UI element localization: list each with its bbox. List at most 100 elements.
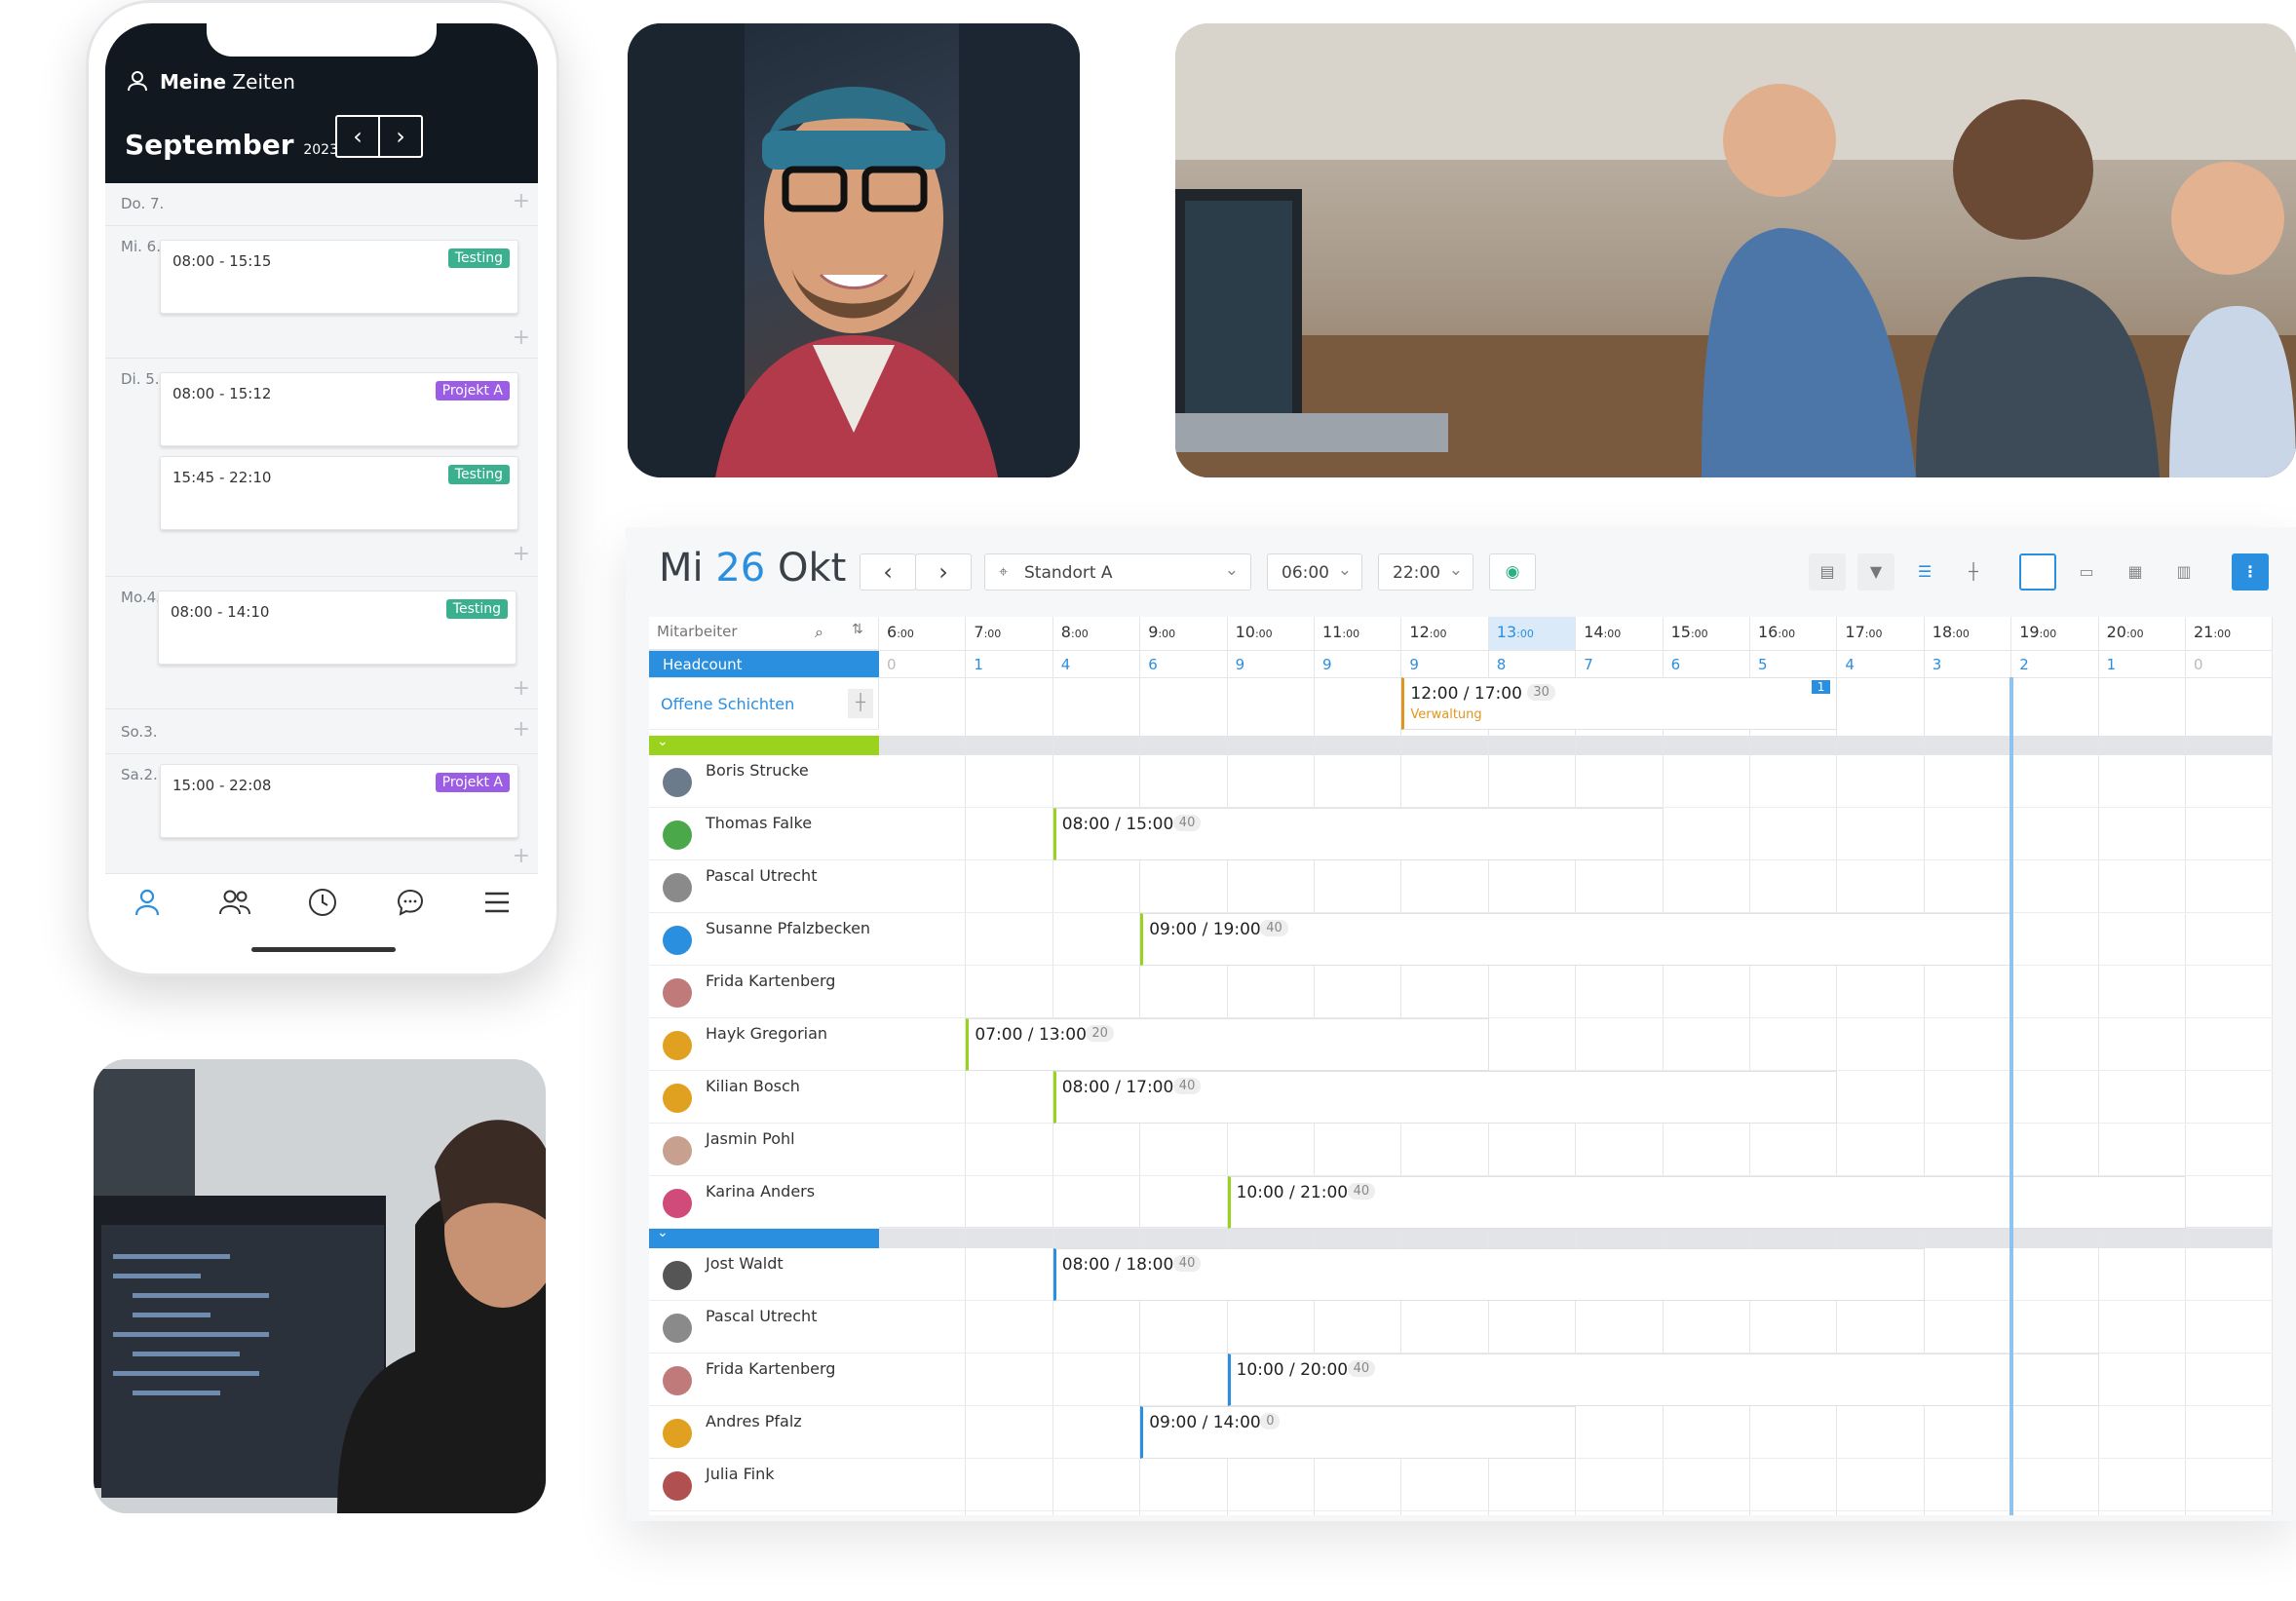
avatar xyxy=(663,1136,692,1165)
prev-day-button[interactable]: ‹ xyxy=(860,553,916,591)
headcount-value: 7 xyxy=(1584,656,1593,673)
employee-row[interactable]: Kilian Bosch xyxy=(649,1071,879,1124)
filter-icon[interactable]: ▼ xyxy=(1857,553,1894,591)
shift-card[interactable]: 15:00 - 22:08 Projekt A xyxy=(160,764,518,838)
more-menu-icon[interactable]: ⋮ xyxy=(2232,553,2269,591)
employee-search-input[interactable] xyxy=(657,623,813,640)
headcount-value: 1 xyxy=(2106,656,2117,673)
add-icon[interactable]: + xyxy=(513,846,530,867)
shift-block[interactable]: 08:00 / 17:00 40 xyxy=(1052,1071,1838,1124)
employee-row[interactable]: Jasmin Pohl xyxy=(649,1124,879,1176)
employee-row[interactable]: Julia Fink xyxy=(649,1459,879,1511)
avatar xyxy=(663,873,692,902)
employee-row[interactable]: Hayk Gregorian xyxy=(649,1018,879,1071)
shift-time: 08:00 - 14:10 xyxy=(171,603,270,621)
employee-row[interactable]: Pascal Utrecht xyxy=(649,860,879,913)
visibility-toggle-icon[interactable]: ◉ xyxy=(1489,553,1536,591)
pin-icon: ⌖ xyxy=(999,562,1009,581)
split-icon[interactable]: ┼ xyxy=(848,689,873,718)
shift-card[interactable]: 08:00 - 15:12 Projekt A xyxy=(160,372,518,446)
employee-row[interactable]: Susanne Pfalzbecken xyxy=(649,913,879,966)
board-view-icon[interactable]: ▥ xyxy=(2165,553,2202,591)
employee-row[interactable]: Karina Anders xyxy=(649,1176,879,1229)
employee-row[interactable]: Andres Pfalz xyxy=(649,1406,879,1459)
next-day-button[interactable]: › xyxy=(915,553,972,591)
chat-nav-icon[interactable] xyxy=(396,888,425,921)
employee-name: Karina Anders xyxy=(706,1182,816,1201)
shift-block[interactable]: 09:00 / 14:00 0 xyxy=(1140,1406,1577,1459)
add-icon[interactable]: + xyxy=(513,327,530,349)
clock-nav-icon[interactable] xyxy=(308,888,337,921)
profile-nav-icon[interactable] xyxy=(133,888,162,921)
employee-name: Pascal Utrecht xyxy=(706,1307,818,1325)
prev-month-button[interactable]: ‹ xyxy=(335,115,380,158)
shift-time: 15:00 - 22:08 xyxy=(172,777,272,794)
shift-block[interactable]: 10:00 / 21:00 40 xyxy=(1227,1176,2186,1229)
add-icon[interactable]: + xyxy=(513,544,530,565)
end-time-value: 22:00 xyxy=(1393,563,1440,583)
hour-label: 17:00 xyxy=(1845,623,1883,641)
group-header-1[interactable]: ⌄ xyxy=(649,734,879,755)
user-icon xyxy=(127,70,148,92)
menu-nav-icon[interactable] xyxy=(483,890,511,919)
employee-row[interactable]: Thomas Falke xyxy=(649,808,879,860)
add-icon[interactable]: + xyxy=(513,191,530,212)
shift-time: 12:00 / 17:00 xyxy=(1410,684,1522,704)
phone-title: Meine Zeiten xyxy=(160,70,295,94)
sort-icon[interactable]: ⇅ xyxy=(852,622,863,637)
location-select[interactable]: ⌖ Standort A ⌄ xyxy=(984,553,1251,591)
add-icon[interactable]: + xyxy=(513,719,530,741)
open-shift-card[interactable]: 12:00 / 17:00 30 Verwaltung 1 xyxy=(1401,677,1838,730)
hour-label: 11:00 xyxy=(1322,623,1360,641)
employee-name: Boris Strucke xyxy=(706,761,809,780)
phone-mockup: Meine Zeiten September 2023 ‹ › Do. 7. +… xyxy=(86,0,559,976)
day-label: So.3. xyxy=(121,723,158,741)
hour-value: 6 xyxy=(887,623,898,641)
hour-label: 21:00 xyxy=(2194,623,2232,641)
employee-row[interactable]: Frida Kartenberg xyxy=(649,966,879,1018)
team-nav-icon[interactable] xyxy=(218,888,251,921)
end-time-select[interactable]: 22:00 ⌄ xyxy=(1378,553,1473,591)
avatar xyxy=(663,1261,692,1290)
hour-value: 10 xyxy=(1235,623,1255,641)
split-icon[interactable]: ┼ xyxy=(1955,553,1992,591)
hour-label: 15:00 xyxy=(1670,623,1708,641)
open-shifts-label: Offene Schichten xyxy=(661,695,795,713)
phone-header: Meine Zeiten September 2023 ‹ › xyxy=(105,23,538,183)
shift-card[interactable]: 15:45 - 22:10 Testing xyxy=(160,456,518,530)
group-header-2[interactable]: ⌄ xyxy=(649,1225,879,1248)
shift-block[interactable]: 09:00 / 19:00 40 xyxy=(1140,913,2012,966)
shift-block[interactable]: 08:00 / 18:00 40 xyxy=(1052,1248,1925,1301)
month-view-icon[interactable]: ▦ xyxy=(2117,553,2154,591)
shift-block[interactable]: 10:00 / 20:00 40 xyxy=(1227,1353,2099,1406)
shift-hours-badge: 30 xyxy=(1527,684,1555,701)
employee-search[interactable]: ⌕ ⇅ xyxy=(649,617,879,650)
shift-time: 08:00 - 15:15 xyxy=(172,252,272,270)
week-view-icon[interactable]: ▭ xyxy=(2068,553,2105,591)
planner-date: Mi 26 Okt xyxy=(659,546,847,591)
start-time-select[interactable]: 06:00 ⌄ xyxy=(1267,553,1362,591)
employee-row[interactable]: Boris Strucke xyxy=(649,755,879,808)
day-label: Do. 7. xyxy=(121,195,165,212)
employee-name: Pascal Utrecht xyxy=(706,866,818,885)
shift-card[interactable]: 08:00 - 14:10 Testing xyxy=(158,591,517,665)
shift-block[interactable]: 08:00 / 15:00 40 xyxy=(1052,808,1664,860)
employee-row[interactable]: Pascal Utrecht xyxy=(649,1301,879,1353)
hour-value: 17 xyxy=(1845,623,1865,641)
list-view-icon[interactable]: ☰ xyxy=(1906,553,1943,591)
employee-name: Jasmin Pohl xyxy=(706,1129,795,1148)
shift-card[interactable]: 08:00 - 15:15 Testing xyxy=(160,240,518,314)
timeline-row xyxy=(879,966,2273,1018)
day-view-icon[interactable] xyxy=(2019,553,2056,591)
add-icon[interactable]: + xyxy=(513,678,530,700)
shift-block[interactable]: 07:00 / 13:00 20 xyxy=(966,1018,1489,1071)
employee-name: Kilian Bosch xyxy=(706,1077,800,1095)
employee-row[interactable]: Jost Waldt xyxy=(649,1248,879,1301)
next-month-button[interactable]: › xyxy=(378,115,423,158)
headcount-value: 4 xyxy=(1060,656,1071,673)
chevron-down-icon: ⌄ xyxy=(1337,560,1352,580)
hour-label: 14:00 xyxy=(1584,623,1622,641)
template-icon[interactable]: ▤ xyxy=(1809,553,1846,591)
day-row: Sa.2. 15:00 - 22:08 Projekt A + xyxy=(105,754,538,873)
employee-row[interactable]: Frida Kartenberg xyxy=(649,1353,879,1406)
